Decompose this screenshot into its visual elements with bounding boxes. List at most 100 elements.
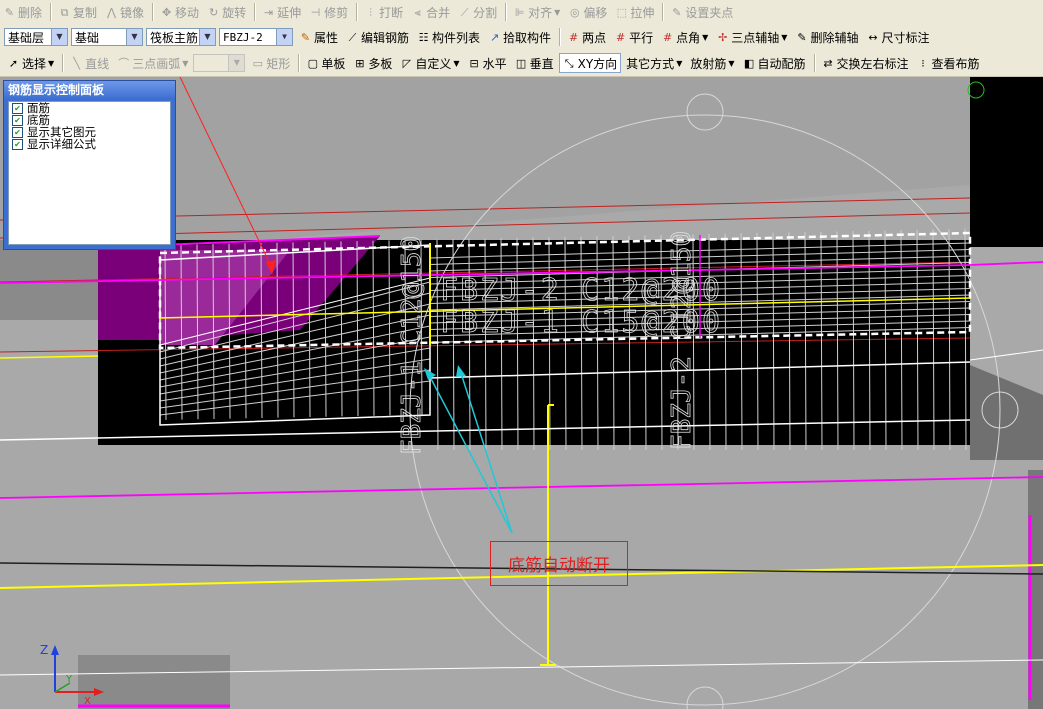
chevron-down-icon: ▼ — [126, 29, 142, 45]
break-icon: ⫶ — [369, 5, 372, 19]
checkbox-show-formula[interactable]: ✔ 显示详细公式 — [9, 137, 170, 151]
dropdown-arrow-icon: ▼ — [728, 58, 735, 68]
custom-button[interactable]: ◸ 自定义 ▼ — [397, 53, 462, 73]
xy-direction-button[interactable]: ⤡ XY方向 — [558, 53, 622, 73]
move-icon: ✥ — [161, 5, 172, 19]
axis-three-point-icon: ✢ — [718, 30, 728, 44]
dropdown-arrow-icon: ▼ — [182, 58, 189, 68]
toolbar-separator — [298, 54, 301, 72]
category-select[interactable]: 基础 ▼ — [71, 28, 143, 46]
component-type-select[interactable]: 筏板主筋 ▼ — [146, 28, 216, 46]
offset-button[interactable]: ◎ 偏移 — [565, 2, 610, 22]
line-icon: ╲ — [73, 56, 80, 70]
properties-icon: ✎ — [300, 30, 311, 44]
horizontal-button[interactable]: ⊟ 水平 — [465, 53, 510, 73]
swap-labels-button[interactable]: ⇄ 交换左右标注 — [819, 53, 912, 73]
floor-select[interactable]: 基础层 ▼ — [4, 28, 68, 46]
vertical-button[interactable]: ◫ 垂直 — [512, 53, 557, 73]
toolbar-separator — [559, 28, 562, 46]
edit-toolbar: ✎ 删除 ⧉ 复制 ⋀ 镜像 ✥ 移动 ↻ 旋转 ⇥ 延伸 ⊣ 修剪 ⫶ 打断 ⫷ 合并 ⟋ 分割 … — [0, 0, 1043, 25]
toolbar-separator — [254, 3, 257, 21]
merge-button[interactable]: ⫷ 合并 — [408, 2, 453, 22]
rotate-icon: ↻ — [208, 5, 219, 19]
trim-button[interactable]: ⊣ 修剪 — [306, 2, 351, 22]
parallel-button[interactable]: # 平行 — [611, 27, 656, 47]
chevron-down-icon: ▼ — [51, 29, 67, 45]
multi-slab-icon: ⊞ — [355, 56, 365, 70]
trim-icon: ⊣ — [310, 5, 321, 19]
split-icon: ⟋ — [460, 5, 469, 19]
vertical-icon: ◫ — [515, 56, 527, 70]
auto-rebar-button[interactable]: ◧ 自动配筋 — [740, 53, 809, 73]
toolbar-separator — [62, 54, 65, 72]
mirror-button[interactable]: ⋀ 镜像 — [102, 2, 147, 22]
toolbar-separator — [152, 3, 155, 21]
dropdown-arrow-icon: ▼ — [702, 32, 709, 42]
radial-rebar-button[interactable]: 放射筋 ▼ — [687, 53, 737, 73]
break-button[interactable]: ⫶ 打断 — [361, 2, 406, 22]
line-button[interactable]: ╲ 直线 — [67, 53, 112, 73]
point-angle-button[interactable]: # 点角 ▼ — [658, 27, 711, 47]
single-slab-icon: ▢ — [307, 56, 319, 70]
extend-icon: ⇥ — [263, 5, 274, 19]
copy-icon: ⧉ — [60, 5, 69, 19]
annotation-box: 底筋自动断开 — [490, 541, 628, 586]
dropdown-arrow-icon: ▼ — [453, 58, 460, 68]
xy-direction-icon: ⤡ — [564, 56, 574, 70]
check-icon: ✔ — [12, 114, 23, 126]
check-icon: ✔ — [12, 102, 23, 114]
view-layout-button[interactable]: ⁝ 查看布筋 — [914, 53, 983, 73]
stretch-icon: ⬚ — [616, 5, 628, 19]
align-icon: ⊫ — [514, 5, 525, 19]
three-point-axis-button[interactable]: ✢ 三点辅轴 ▼ — [713, 27, 790, 47]
set-grip-button[interactable]: ✎ 设置夹点 — [667, 2, 736, 22]
split-button[interactable]: ⟋ 分割 — [455, 2, 500, 22]
rebar-label-vertical-1: FBZJ-1 C12@150 — [397, 236, 427, 455]
merge-icon: ⫷ — [414, 5, 421, 19]
delete-button[interactable]: ✎ 删除 — [0, 2, 45, 22]
draw-toolbar: ➚ 选择 ▼ ╲ 直线 ⌒ 三点画弧 ▼ ▼ ▭ 矩形 ▢ 单板 ⊞ 多板 ◸ 自定义 ▼ ⊟ 水平 … — [0, 50, 1043, 77]
custom-shape-icon: ◸ — [402, 56, 412, 70]
component-toolbar: 基础层 ▼ 基础 ▼ 筏板主筋 ▼ FBZJ-2 ▼ ✎ 属性 ⟋ 编辑钢筋 ☷ 构件列表 ↗… — [0, 24, 1043, 51]
three-point-arc-button[interactable]: ⌒ 三点画弧 ▼ — [114, 53, 191, 73]
other-method-button[interactable]: 其它方式 ▼ — [623, 53, 685, 73]
rotate-button[interactable]: ↻ 旋转 — [204, 2, 249, 22]
axis-two-points-icon: # — [568, 30, 579, 44]
mirror-icon: ⋀ — [107, 5, 117, 19]
arc-icon: ⌒ — [118, 56, 130, 70]
grip-icon: ✎ — [672, 5, 682, 19]
rebar-display-panel: 钢筋显示控制面板 ✔ 面筋 ✔ 底筋 ✔ 显示其它图元 ✔ 显示详细公式 — [3, 80, 176, 250]
move-button[interactable]: ✥ 移动 — [157, 2, 202, 22]
single-slab-button[interactable]: ▢ 单板 — [303, 53, 348, 73]
cursor-icon: ➚ — [8, 56, 19, 70]
dropdown-arrow-icon: ▼ — [48, 58, 55, 68]
rect-icon: ▭ — [252, 56, 264, 70]
dimension-icon: ↔ — [868, 30, 878, 44]
offset-icon: ◎ — [570, 5, 580, 19]
extend-button[interactable]: ⇥ 延伸 — [259, 2, 304, 22]
copy-button[interactable]: ⧉ 复制 — [55, 2, 100, 22]
select-button[interactable]: ➚ 选择 ▼ — [4, 53, 57, 73]
delete-axis-button[interactable]: ✎ 删除辅轴 — [792, 27, 861, 47]
two-points-button[interactable]: # 两点 — [564, 27, 609, 47]
component-list-button[interactable]: ☷ 构件列表 — [414, 27, 483, 47]
align-button[interactable]: ⊫ 对齐 ▼ — [510, 2, 563, 22]
panel-title: 钢筋显示控制面板 — [4, 81, 175, 99]
pick-component-button[interactable]: ↗ 拾取构件 — [485, 27, 554, 47]
toolbar-separator — [356, 3, 359, 21]
dropdown-arrow-icon: ▼ — [554, 7, 561, 17]
arc-mode-select[interactable]: ▼ — [193, 54, 246, 72]
edit-rebar-button[interactable]: ⟋ 编辑钢筋 — [343, 27, 412, 47]
properties-button[interactable]: ✎ 属性 — [296, 27, 341, 47]
component-name-select[interactable]: FBZJ-2 ▼ — [219, 28, 293, 46]
horizontal-icon: ⊟ — [469, 56, 479, 70]
view-layout-icon: ⁝ — [921, 56, 925, 70]
dimension-button[interactable]: ↔ 尺寸标注 — [863, 27, 932, 47]
rebar-label-vertical-2: FBZJ-2 C12@150 — [667, 231, 697, 450]
stretch-button[interactable]: ⬚ 拉伸 — [612, 2, 657, 22]
multi-slab-button[interactable]: ⊞ 多板 — [350, 53, 395, 73]
chevron-down-icon: ▼ — [276, 29, 292, 45]
rect-button[interactable]: ▭ 矩形 — [248, 53, 293, 73]
toolbar-separator — [50, 3, 53, 21]
axis-angle-icon: # — [662, 30, 673, 44]
